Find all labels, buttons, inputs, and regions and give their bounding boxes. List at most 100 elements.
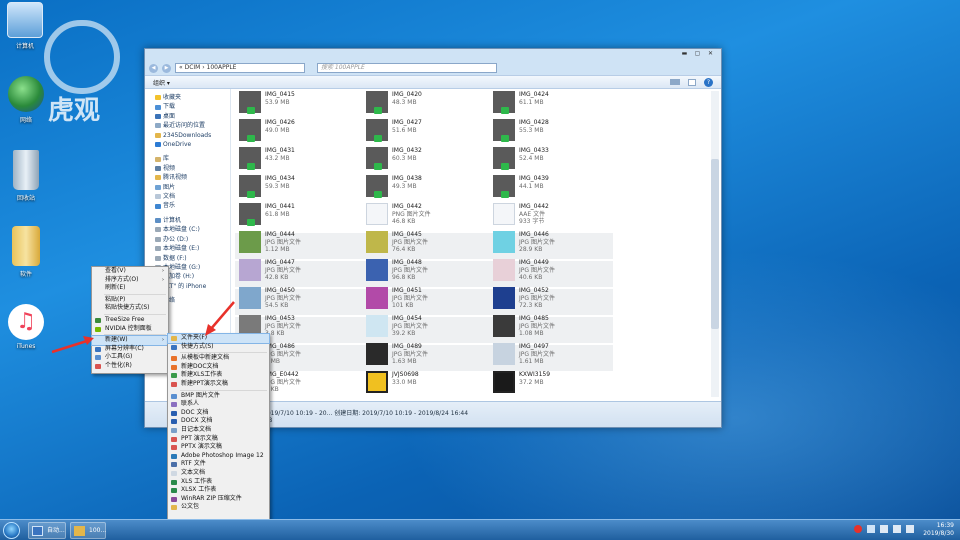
file-item[interactable]: IMG_0444 JPG 图片文件 1.12 MB xyxy=(239,231,359,256)
context-menu-item[interactable]: NVIDIA 控制面板 xyxy=(92,325,168,334)
file-item[interactable]: IMG_0428 55.3 MB xyxy=(493,119,613,144)
taskbar-button-auto[interactable]: 自动... xyxy=(28,522,66,539)
file-item[interactable]: IMG_0445 JPG 图片文件 76.4 KB xyxy=(366,231,486,256)
scrollbar-thumb[interactable] xyxy=(711,159,719,329)
nav-recent[interactable]: 最近访问的位置 xyxy=(155,121,230,130)
back-button[interactable]: ◀ xyxy=(149,63,158,73)
file-item[interactable]: IMG_0442 AAE 文件 933 字节 xyxy=(493,203,613,228)
new-submenu-item[interactable]: BMP 图片文件 xyxy=(168,392,269,401)
context-menu-item[interactable]: 刷新(E) xyxy=(92,284,168,293)
nav-downloads[interactable]: 下载 xyxy=(155,102,230,111)
new-submenu-item[interactable]: 新建XLS工作表 xyxy=(168,371,269,380)
file-item[interactable]: IMG_0431 43.2 MB xyxy=(239,147,359,172)
ime-icon[interactable] xyxy=(854,525,862,533)
new-submenu-item[interactable]: WinRAR ZIP 压缩文件 xyxy=(168,495,269,504)
new-submenu-item[interactable]: RTF 文件 xyxy=(168,460,269,469)
context-menu-item[interactable]: TreeSize Free xyxy=(92,316,168,325)
file-item[interactable]: IMG_0432 60.3 MB xyxy=(366,147,486,172)
nav-drive-f[interactable]: 数据 (F:) xyxy=(155,254,230,263)
new-submenu-item[interactable]: 联系人 xyxy=(168,400,269,409)
volume-icon[interactable] xyxy=(906,525,914,533)
file-item[interactable]: IMG_0452 JPG 图片文件 72.3 KB xyxy=(493,287,613,312)
context-menu-item[interactable]: 排序方式(O) › xyxy=(92,276,168,285)
file-item[interactable]: IMG_0485 JPG 图片文件 1.08 MB xyxy=(493,315,613,340)
new-submenu-item[interactable]: XLS 工作表 xyxy=(168,478,269,487)
context-menu-item[interactable]: 新建(W) › xyxy=(91,335,169,346)
new-submenu-item[interactable]: XLSX 工作表 xyxy=(168,486,269,495)
context-menu-item[interactable]: 粘贴快捷方式(S) xyxy=(92,304,168,313)
new-submenu-item[interactable]: 从模板中新建文档 xyxy=(168,354,269,363)
nav-pictures[interactable]: 图片 xyxy=(155,183,230,192)
action-center-icon[interactable] xyxy=(880,525,888,533)
clock[interactable]: 16:39 2019/8/30 xyxy=(923,522,954,538)
new-submenu-item[interactable]: 文本文档 xyxy=(168,469,269,478)
file-type-icon xyxy=(171,336,177,341)
new-submenu-item[interactable]: 公文包 xyxy=(168,503,269,512)
file-item[interactable]: IMG_0451 JPG 图片文件 101 KB xyxy=(366,287,486,312)
file-item[interactable]: IMG_0489 JPG 图片文件 1.63 MB xyxy=(366,343,486,368)
context-menu-item[interactable]: 查看(V) › xyxy=(92,267,168,276)
file-item[interactable]: IMG_0449 JPG 图片文件 40.6 KB xyxy=(493,259,613,284)
search-input[interactable]: 搜索 100APPLE xyxy=(317,63,497,73)
address-bar[interactable]: « DCIM › 100APPLE xyxy=(175,63,305,73)
new-submenu-item[interactable]: DOCX 文档 xyxy=(168,417,269,426)
file-item[interactable]: JVJS0698 33.0 MB xyxy=(366,371,486,396)
desktop-icon-network[interactable]: 网络 xyxy=(0,76,52,124)
file-item[interactable]: IMG_0448 JPG 图片文件 96.8 KB xyxy=(366,259,486,284)
file-item[interactable]: IMG_0439 44.1 MB xyxy=(493,175,613,200)
taskbar-button-explorer[interactable]: 100... xyxy=(70,522,106,539)
context-menu-item[interactable]: 小工具(G) xyxy=(92,353,168,362)
show-hidden-icons[interactable] xyxy=(867,525,875,533)
forward-button[interactable]: ▶ xyxy=(162,63,171,73)
file-item[interactable]: IMG_0438 49.3 MB xyxy=(366,175,486,200)
new-submenu-item[interactable]: 新建PPT演示文稿 xyxy=(168,380,269,389)
nav-2345downloads[interactable]: 2345Downloads xyxy=(155,131,230,140)
nav-desktop[interactable]: 桌面 xyxy=(155,112,230,121)
desktop-icon-itunes[interactable]: ♫ iTunes xyxy=(0,304,52,350)
title-bar[interactable]: ▬ ▢ ✕ xyxy=(145,49,721,61)
desktop-icon-recycle-bin[interactable]: 回收站 xyxy=(0,150,52,202)
file-item[interactable]: IMG_0420 48.3 MB xyxy=(366,91,486,116)
file-item[interactable]: IMG_0415 53.9 MB xyxy=(239,91,359,116)
new-submenu-item[interactable]: 日记本文档 xyxy=(168,426,269,435)
new-submenu-item[interactable]: PPT 演示文稿 xyxy=(168,435,269,444)
new-submenu-item[interactable]: PPTX 演示文稿 xyxy=(168,443,269,452)
preview-pane-icon[interactable] xyxy=(688,78,696,86)
close-button[interactable]: ✕ xyxy=(704,49,717,58)
nav-drive-d[interactable]: 办公 (D:) xyxy=(155,235,230,244)
nav-music[interactable]: 音乐 xyxy=(155,201,230,210)
nav-computer[interactable]: 计算机 xyxy=(155,216,230,225)
nav-videos[interactable]: 视频 xyxy=(155,164,230,173)
file-item[interactable]: IMG_0450 JPG 图片文件 54.5 KB xyxy=(239,287,359,312)
context-menu-item[interactable]: 个性化(R) xyxy=(92,362,168,371)
file-item[interactable]: IMG_0434 59.3 MB xyxy=(239,175,359,200)
nav-onedrive[interactable]: OneDrive xyxy=(155,140,230,149)
view-options-icon[interactable] xyxy=(670,79,680,85)
file-item[interactable]: IMG_0424 61.1 MB xyxy=(493,91,613,116)
file-item[interactable]: IMG_0497 JPG 图片文件 1.61 MB xyxy=(493,343,613,368)
new-submenu-item[interactable]: 快捷方式(S) xyxy=(168,343,269,352)
file-item[interactable]: KXWI3159 37.2 MB xyxy=(493,371,613,396)
desktop-icon-folder-software[interactable]: 软件 xyxy=(0,226,52,278)
nav-drive-c[interactable]: 本地磁盘 (C:) xyxy=(155,225,230,234)
nav-documents[interactable]: 文档 xyxy=(155,192,230,201)
file-item[interactable]: IMG_0427 51.6 MB xyxy=(366,119,486,144)
network-tray-icon[interactable] xyxy=(893,525,901,533)
start-button[interactable] xyxy=(3,522,20,539)
file-item[interactable]: IMG_0446 JPG 图片文件 28.9 KB xyxy=(493,231,613,256)
desktop-icon-computer[interactable]: 计算机 xyxy=(0,2,51,50)
file-item[interactable]: IMG_0454 JPG 图片文件 39.2 KB xyxy=(366,315,486,340)
nav-favorites[interactable]: 收藏夹 xyxy=(155,93,230,102)
file-item[interactable]: IMG_0447 JPG 图片文件 42.8 KB xyxy=(239,259,359,284)
organize-button[interactable]: 组织 ▾ xyxy=(153,78,170,87)
minimize-button[interactable]: ▬ xyxy=(678,49,691,58)
file-item[interactable]: IMG_0433 52.4 MB xyxy=(493,147,613,172)
nav-libraries[interactable]: 库 xyxy=(155,154,230,163)
file-item[interactable]: IMG_0441 61.8 MB xyxy=(239,203,359,228)
nav-tencent-video[interactable]: 腾讯视频 xyxy=(155,173,230,182)
maximize-button[interactable]: ▢ xyxy=(691,49,704,58)
help-icon[interactable]: ? xyxy=(704,77,713,87)
file-item[interactable]: IMG_0442 PNG 图片文件 46.8 KB xyxy=(366,203,486,228)
nav-drive-e[interactable]: 本地磁盘 (E:) xyxy=(155,244,230,253)
file-item[interactable]: IMG_0426 49.0 MB xyxy=(239,119,359,144)
